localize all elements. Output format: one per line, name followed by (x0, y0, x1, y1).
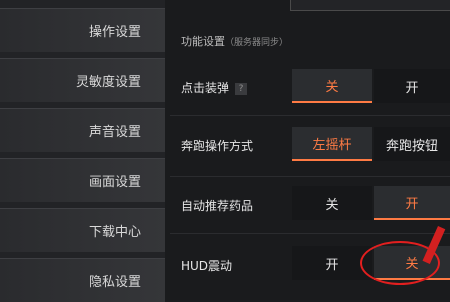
sidebar-item-sensitivity[interactable]: 灵敏度设置 (0, 58, 165, 102)
row-label-tap-reload: 点击装弹? (181, 79, 248, 96)
sidebar-item-graphics[interactable]: 画面设置 (0, 158, 165, 202)
row-label-text: HUD震动 (181, 259, 233, 273)
row-label-run-mode: 奔跑操作方式 (181, 137, 253, 154)
sidebar-item-sound[interactable]: 声音设置 (0, 108, 165, 152)
sidebar-item-label: 声音设置 (88, 125, 141, 140)
section-title: 功能设置（服务器同步） (181, 33, 288, 49)
option-off[interactable]: 关 (292, 69, 372, 103)
option-left-joystick[interactable]: 左摇杆 (292, 127, 372, 161)
row-label-auto-recommend-meds: 自动推荐药品 (181, 197, 253, 214)
row-label-text: 自动推荐药品 (181, 199, 254, 213)
sidebar-item-operation[interactable]: 操作设置 (0, 8, 165, 52)
help-icon[interactable]: ? (235, 82, 248, 95)
sidebar-item-label: 下载中心 (88, 225, 141, 240)
option-on[interactable]: 开 (374, 186, 450, 220)
sidebar-item-label: 操作设置 (88, 25, 141, 40)
sidebar-item-download[interactable]: 下载中心 (0, 208, 165, 252)
sidebar-item-privacy[interactable]: 隐私设置 (0, 258, 165, 302)
option-on[interactable]: 开 (374, 69, 450, 103)
sidebar-item-label: 隐私设置 (88, 275, 141, 290)
row-label-text: 奔跑操作方式 (181, 139, 254, 153)
row-label-text: 点击装弹 (181, 81, 230, 95)
section-subtitle: （服务器同步） (225, 38, 289, 48)
row-label-hud-vibration: HUD震动 (181, 257, 232, 274)
settings-sidebar: 操作设置 灵敏度设置 声音设置 画面设置 下载中心 隐私设置 (0, 0, 165, 302)
sidebar-item-label: 画面设置 (88, 175, 141, 190)
option-off[interactable]: 关 (292, 186, 372, 220)
previous-toggle-edge (290, 0, 450, 11)
row-divider (170, 233, 450, 234)
sidebar-item-label: 灵敏度设置 (75, 75, 141, 90)
row-divider (170, 115, 450, 116)
row-divider (170, 176, 450, 177)
section-title-text: 功能设置 (181, 35, 225, 48)
option-run-button[interactable]: 奔跑按钮 (374, 127, 450, 161)
